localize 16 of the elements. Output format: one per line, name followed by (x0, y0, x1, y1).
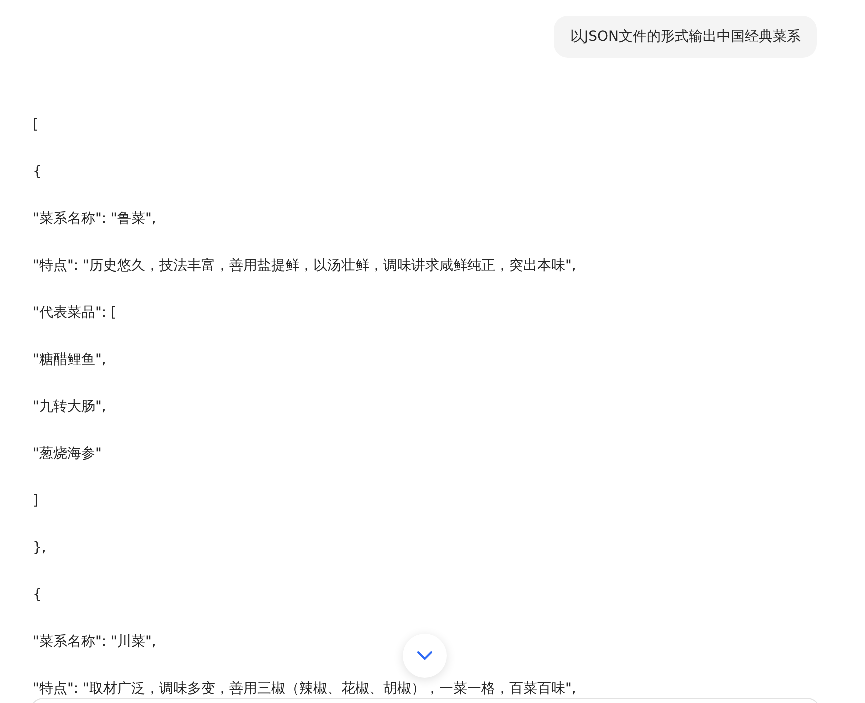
response-line: "代表菜品": [ (33, 304, 118, 323)
response-line: [ (33, 116, 40, 135)
response-line: { (33, 586, 43, 605)
response-line: "菜系名称": "川菜", (33, 633, 158, 652)
response-line: { (33, 163, 43, 182)
response-line: ] (33, 492, 40, 511)
response-line: "菜系名称": "鲁菜", (33, 210, 158, 229)
response-line: "特点": "历史悠久，技法丰富，善用盐提鲜，以汤壮鲜，调味讲求咸鲜纯正，突出本味", (33, 257, 578, 276)
user-message: 以JSON文件的形式输出中国经典菜系 (554, 16, 817, 58)
response-line: "九转大肠", (33, 398, 108, 417)
response-line: "糖醋鲤鱼", (33, 351, 108, 370)
chevron-down-icon (417, 651, 433, 661)
response-line: "特点": "取材广泛，调味多变，善用三椒（辣椒、花椒、胡椒），一菜一格，百菜百味", (33, 680, 578, 699)
response-line: }, (33, 539, 48, 558)
scroll-down-button[interactable] (403, 634, 447, 678)
response-line: "葱烧海参" (33, 445, 103, 464)
